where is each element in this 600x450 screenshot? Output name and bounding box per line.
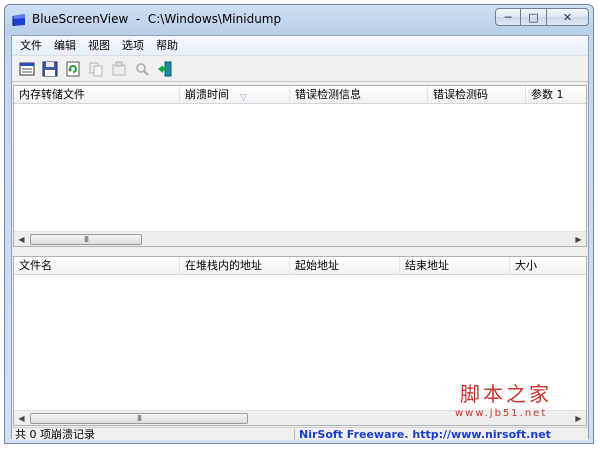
scroll-left-button[interactable]: ◀ bbox=[14, 411, 29, 426]
status-divider bbox=[294, 429, 295, 440]
column-header-size[interactable]: 大小 bbox=[510, 257, 588, 275]
watermark-title: 脚本之家 bbox=[460, 382, 552, 406]
menu-options[interactable]: 选项 bbox=[117, 37, 151, 55]
maximize-icon: □ bbox=[528, 10, 539, 24]
status-bar: 共 0 项崩溃记录 NirSoft Freeware. http://www.n… bbox=[12, 427, 588, 441]
menu-bar: 文件 编辑 视图 选项 帮助 bbox=[12, 36, 588, 56]
copy-props-icon bbox=[112, 61, 126, 75]
column-header-filename[interactable]: 文件名 bbox=[14, 257, 180, 275]
scrollbar-thumb[interactable]: III bbox=[30, 234, 142, 245]
find-button[interactable] bbox=[132, 59, 152, 79]
minimize-button[interactable]: ─ bbox=[495, 8, 521, 26]
menu-file[interactable]: 文件 bbox=[15, 37, 49, 55]
column-header-address-in-stack[interactable]: 在堆栈内的地址 bbox=[180, 257, 290, 275]
properties-icon bbox=[19, 62, 35, 75]
column-header-dump-file[interactable]: 内存转储文件 bbox=[14, 86, 180, 104]
crash-list[interactable]: 内存转储文件 崩溃时间 ▽ 错误检测信息 错误检测码 参数 1 ◀ III ▶ bbox=[13, 85, 587, 247]
copy-icon bbox=[89, 62, 103, 76]
menu-help[interactable]: 帮助 bbox=[151, 37, 185, 55]
refresh-button[interactable] bbox=[63, 59, 83, 79]
properties-button[interactable] bbox=[17, 59, 37, 79]
sort-indicator-icon: ▽ bbox=[240, 93, 247, 103]
scroll-right-button[interactable]: ▶ bbox=[571, 232, 586, 247]
driver-list-header: 文件名 在堆栈内的地址 起始地址 结束地址 大小 bbox=[14, 257, 586, 275]
crash-list-header: 内存转储文件 崩溃时间 ▽ 错误检测信息 错误检测码 参数 1 bbox=[14, 86, 586, 104]
column-header-parameter-1[interactable]: 参数 1 bbox=[526, 86, 588, 104]
scroll-left-button[interactable]: ◀ bbox=[14, 232, 29, 247]
nirsoft-link[interactable]: NirSoft Freeware. http://www.nirsoft.net bbox=[299, 428, 551, 441]
site-watermark: 脚本之家 www.jb51.net bbox=[455, 378, 585, 426]
watermark-url: www.jb51.net bbox=[455, 408, 548, 419]
menu-edit[interactable]: 编辑 bbox=[49, 37, 83, 55]
window-title: BlueScreenView - C:\Windows\Minidump bbox=[32, 12, 282, 26]
app-window: BlueScreenView - C:\Windows\Minidump ─ □… bbox=[4, 4, 594, 444]
crash-count-status: 共 0 项崩溃记录 bbox=[15, 428, 95, 441]
pane-splitter[interactable] bbox=[12, 248, 588, 255]
copy-button[interactable] bbox=[86, 59, 106, 79]
column-header-crash-time-label: 崩溃时间 bbox=[185, 88, 229, 101]
close-button[interactable]: ✕ bbox=[547, 8, 589, 26]
minimize-icon: ─ bbox=[504, 10, 512, 24]
save-button[interactable] bbox=[40, 59, 60, 79]
find-icon bbox=[136, 62, 149, 76]
app-icon bbox=[12, 14, 25, 26]
scroll-left-icon: ◀ bbox=[18, 235, 25, 244]
column-header-bug-check-code[interactable]: 错误检测码 bbox=[428, 86, 526, 104]
maximize-button[interactable]: □ bbox=[521, 8, 547, 26]
copy-properties-button[interactable] bbox=[109, 59, 129, 79]
scrollbar-thumb[interactable]: III bbox=[30, 413, 248, 424]
column-header-crash-time[interactable]: 崩溃时间 ▽ bbox=[180, 86, 290, 104]
crash-list-hscrollbar[interactable]: ◀ III ▶ bbox=[14, 231, 586, 246]
close-icon: ✕ bbox=[562, 10, 573, 24]
column-header-to-address[interactable]: 结束地址 bbox=[400, 257, 510, 275]
title-bar[interactable]: BlueScreenView - C:\Windows\Minidump ─ □… bbox=[5, 5, 593, 35]
exit-button[interactable] bbox=[155, 59, 175, 79]
refresh-icon bbox=[66, 61, 80, 76]
exit-icon bbox=[158, 61, 172, 76]
toolbar bbox=[12, 56, 588, 82]
scroll-right-icon: ▶ bbox=[575, 235, 582, 244]
grip-icon: III bbox=[136, 413, 142, 423]
grip-icon: III bbox=[83, 234, 89, 244]
column-header-bug-check-string[interactable]: 错误检测信息 bbox=[290, 86, 428, 104]
menu-view[interactable]: 视图 bbox=[83, 37, 117, 55]
caption-buttons: ─ □ ✕ bbox=[495, 8, 589, 28]
save-icon bbox=[42, 61, 58, 76]
scroll-left-icon: ◀ bbox=[18, 414, 25, 423]
column-header-from-address[interactable]: 起始地址 bbox=[290, 257, 400, 275]
